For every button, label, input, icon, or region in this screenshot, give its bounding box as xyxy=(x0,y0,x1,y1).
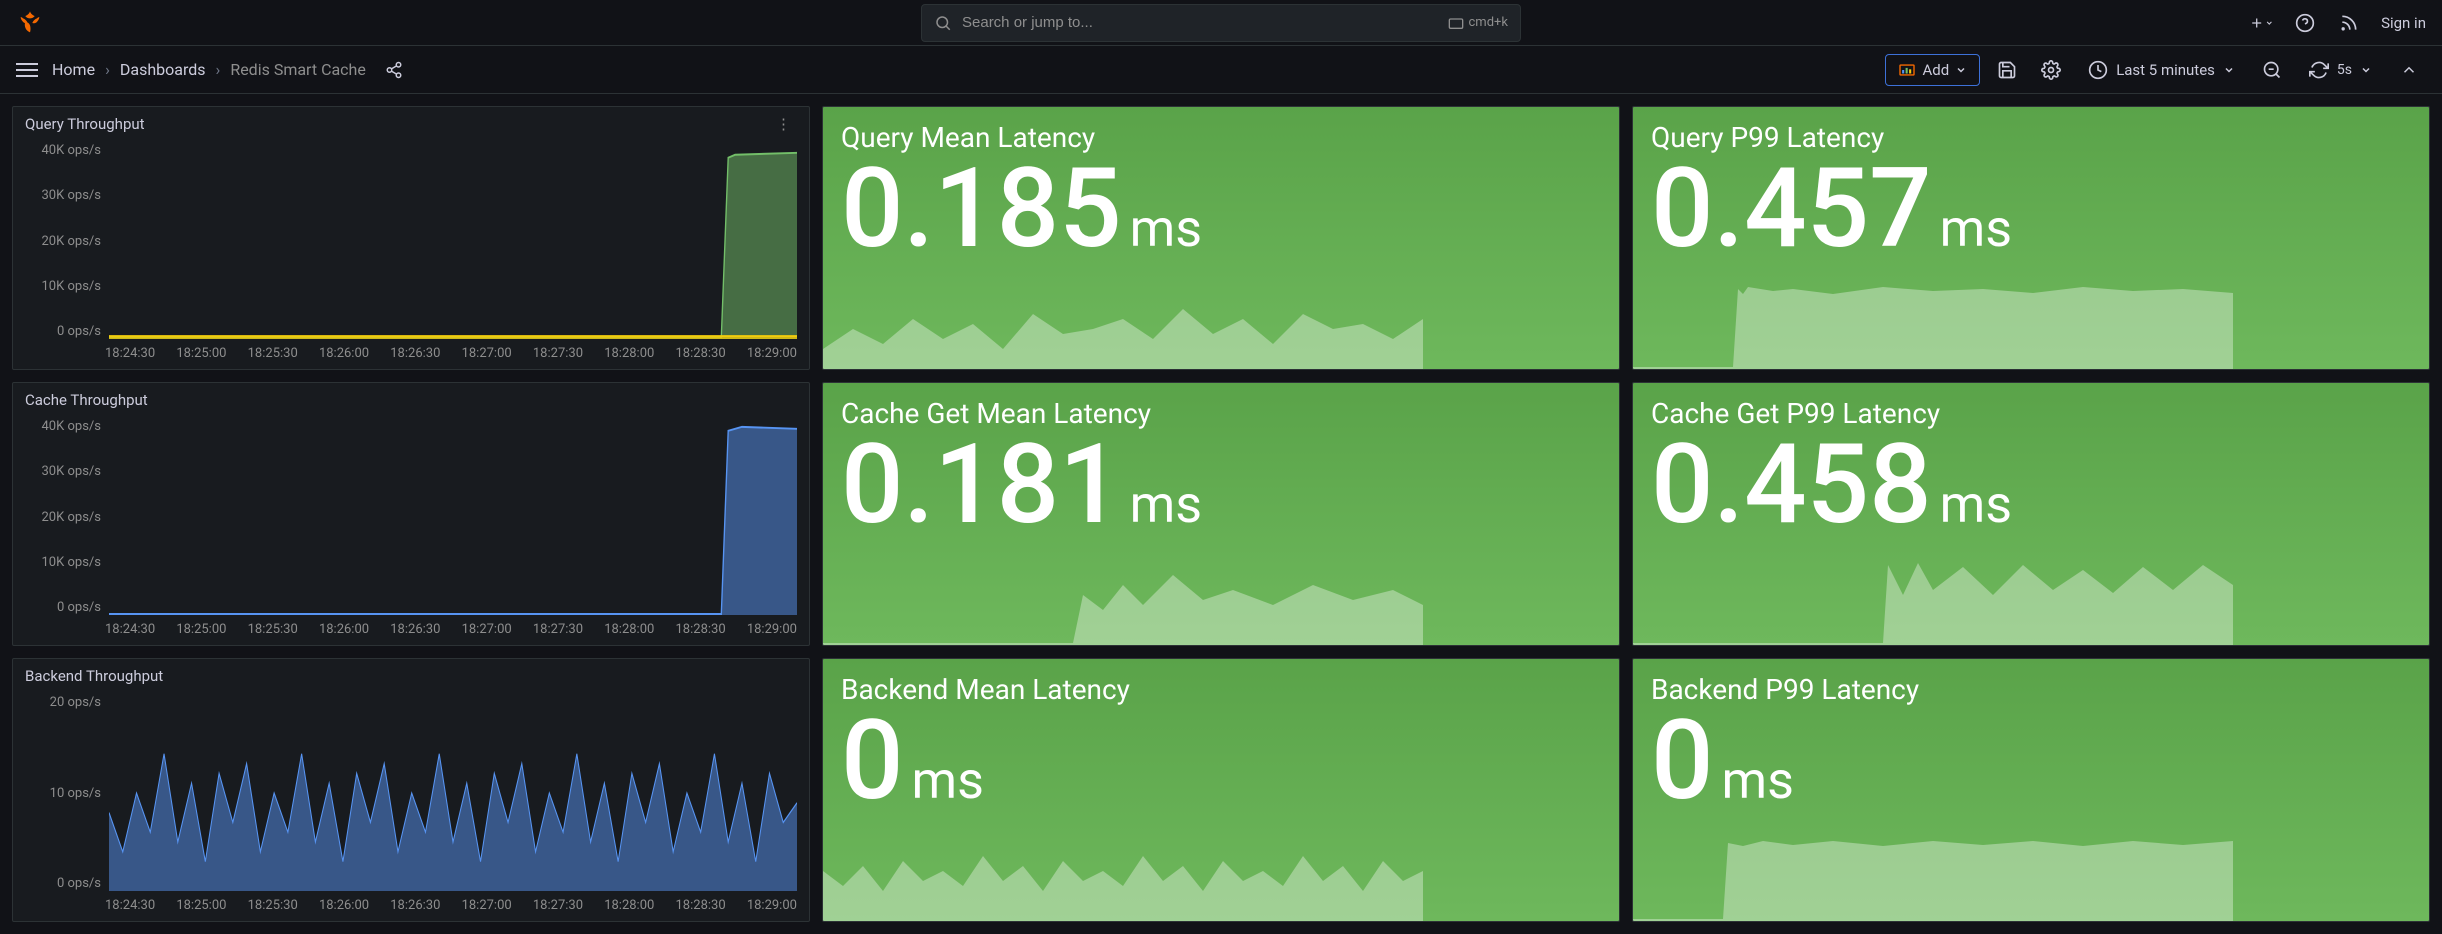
panel-backend-throughput[interactable]: Backend Throughput 20 ops/s 10 ops/s 0 o… xyxy=(12,658,810,922)
collapse-icon[interactable] xyxy=(2392,53,2426,87)
help-icon[interactable] xyxy=(2293,11,2317,35)
y-axis: 40K ops/s 30K ops/s 20K ops/s 10K ops/s … xyxy=(21,143,101,339)
sparkline xyxy=(823,279,1423,369)
stat-title: Backend P99 Latency xyxy=(1633,659,2429,706)
sparkline xyxy=(1633,555,2233,645)
panel-query-mean-latency[interactable]: Query Mean Latency 0.185ms xyxy=(822,106,1620,370)
time-range-picker[interactable]: Last 5 minutes xyxy=(2078,54,2245,86)
breadcrumb-dashboards[interactable]: Dashboards xyxy=(120,60,206,79)
breadcrumb-home[interactable]: Home xyxy=(52,60,95,79)
dashboard-grid: Query Throughput ⋮ 40K ops/s 30K ops/s 2… xyxy=(0,94,2442,934)
sparkline xyxy=(1633,279,2233,369)
chevron-down-icon xyxy=(1955,64,1967,76)
global-search[interactable]: cmd+k xyxy=(921,4,1521,42)
panel-cache-mean-latency[interactable]: Cache Get Mean Latency 0.181ms xyxy=(822,382,1620,646)
sparkline xyxy=(823,555,1423,645)
panel-backend-p99-latency[interactable]: Backend P99 Latency 0ms xyxy=(1632,658,2430,922)
stat-value: 0.457ms xyxy=(1633,154,2429,264)
x-axis: 18:24:30 18:25:00 18:25:30 18:26:00 18:2… xyxy=(105,346,797,361)
search-icon xyxy=(934,14,952,32)
search-input[interactable] xyxy=(962,14,1438,31)
add-menu-icon[interactable] xyxy=(2249,11,2273,35)
x-axis: 18:24:30 18:25:00 18:25:30 18:26:00 18:2… xyxy=(105,898,797,913)
panel-title: Query Throughput xyxy=(25,115,145,133)
stat-title: Backend Mean Latency xyxy=(823,659,1619,706)
zoom-out-icon[interactable] xyxy=(2255,53,2289,87)
refresh-picker[interactable]: 5s xyxy=(2299,54,2382,86)
grafana-logo-icon[interactable] xyxy=(16,9,44,37)
navbar: Home › Dashboards › Redis Smart Cache Ad… xyxy=(0,46,2442,94)
chevron-right-icon: › xyxy=(105,60,110,79)
panel-menu-icon[interactable]: ⋮ xyxy=(770,115,797,133)
stat-value: 0.185ms xyxy=(823,154,1619,264)
refresh-icon[interactable] xyxy=(2309,60,2329,80)
panel-query-throughput[interactable]: Query Throughput ⋮ 40K ops/s 30K ops/s 2… xyxy=(12,106,810,370)
chart-plot xyxy=(109,419,797,615)
panel-query-p99-latency[interactable]: Query P99 Latency 0.457ms xyxy=(1632,106,2430,370)
topbar: cmd+k Sign in xyxy=(0,0,2442,46)
add-button[interactable]: Add xyxy=(1885,54,1980,86)
x-axis: 18:24:30 18:25:00 18:25:30 18:26:00 18:2… xyxy=(105,622,797,637)
panel-title: Cache Throughput xyxy=(25,391,148,409)
settings-icon[interactable] xyxy=(2034,53,2068,87)
stat-value: 0.181ms xyxy=(823,430,1619,540)
menu-toggle-icon[interactable] xyxy=(16,58,40,82)
panel-title: Backend Throughput xyxy=(25,667,163,685)
save-icon[interactable] xyxy=(1990,53,2024,87)
panel-icon xyxy=(1898,63,1916,77)
sparkline xyxy=(1633,831,2233,921)
stat-value: 0ms xyxy=(1633,706,2429,816)
breadcrumb: Home › Dashboards › Redis Smart Cache xyxy=(52,58,406,82)
chevron-down-icon xyxy=(2360,64,2372,76)
panel-cache-p99-latency[interactable]: Cache Get P99 Latency 0.458ms xyxy=(1632,382,2430,646)
sparkline xyxy=(823,831,1423,921)
stat-value: 0.458ms xyxy=(1633,430,2429,540)
panel-backend-mean-latency[interactable]: Backend Mean Latency 0ms xyxy=(822,658,1620,922)
breadcrumb-current: Redis Smart Cache xyxy=(230,60,366,79)
y-axis: 40K ops/s 30K ops/s 20K ops/s 10K ops/s … xyxy=(21,419,101,615)
clock-icon xyxy=(2088,60,2108,80)
y-axis: 20 ops/s 10 ops/s 0 ops/s xyxy=(21,695,101,891)
chart-plot xyxy=(109,695,797,891)
stat-value: 0ms xyxy=(823,706,1619,816)
chevron-down-icon xyxy=(2223,64,2235,76)
signin-link[interactable]: Sign in xyxy=(2381,14,2426,32)
keyboard-shortcut: cmd+k xyxy=(1448,15,1508,30)
chevron-right-icon: › xyxy=(216,60,221,79)
chart-plot xyxy=(109,143,797,339)
share-icon[interactable] xyxy=(382,58,406,82)
news-icon[interactable] xyxy=(2337,11,2361,35)
panel-cache-throughput[interactable]: Cache Throughput 40K ops/s 30K ops/s 20K… xyxy=(12,382,810,646)
